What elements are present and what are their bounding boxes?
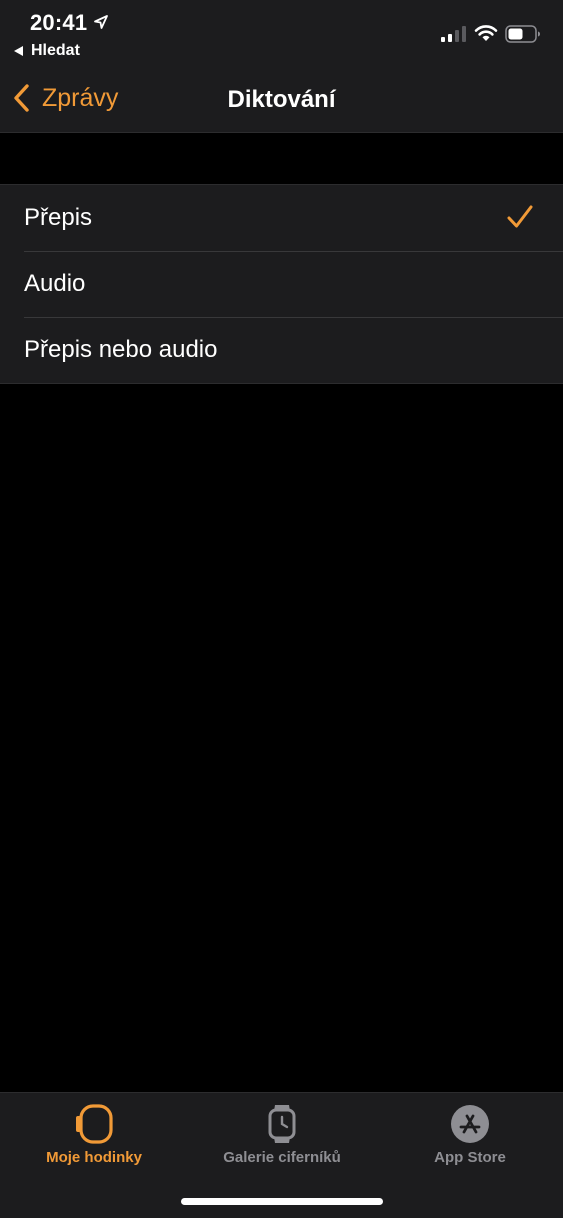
checkmark-icon: [507, 205, 533, 228]
option-row-prepis[interactable]: Přepis: [0, 185, 563, 251]
tab-app-store[interactable]: App Store: [376, 1103, 563, 1166]
tab-label: Galerie ciferníků: [223, 1149, 341, 1166]
back-triangle-icon: [14, 46, 23, 56]
navigation-bar: Zprávy Diktování: [0, 66, 563, 133]
status-time: 20:41: [30, 10, 88, 35]
page-title: Diktování: [227, 86, 336, 113]
back-to-app-link[interactable]: Hledat: [14, 42, 80, 60]
option-row-audio[interactable]: Audio: [0, 251, 563, 317]
screen: 20:41 Hledat Zprávy Diktování Přepis Aud…: [0, 0, 563, 1218]
battery-icon: [505, 25, 540, 43]
watch-icon: [76, 1104, 113, 1144]
dictation-options-list: Přepis Audio Přepis nebo audio: [0, 184, 563, 384]
home-indicator[interactable]: [181, 1198, 383, 1205]
option-label: Audio: [24, 270, 86, 297]
option-label: Přepis nebo audio: [24, 336, 218, 363]
cellular-signal-icon: [441, 26, 466, 42]
watch-face-icon: [268, 1105, 296, 1143]
wifi-icon: [474, 25, 498, 41]
option-row-prepis-nebo-audio[interactable]: Přepis nebo audio: [0, 317, 563, 383]
location-arrow-icon: [94, 15, 108, 29]
back-to-app-label: Hledat: [31, 42, 80, 59]
status-bar: 20:41 Hledat: [0, 0, 563, 66]
tab-label: App Store: [434, 1149, 506, 1166]
app-store-icon: [451, 1105, 489, 1143]
tab-label: Moje hodinky: [46, 1149, 142, 1166]
tab-moje-hodinky[interactable]: Moje hodinky: [0, 1103, 188, 1166]
tab-galerie-cifernikuu[interactable]: Galerie ciferníků: [188, 1103, 376, 1166]
option-label: Přepis: [24, 204, 93, 231]
